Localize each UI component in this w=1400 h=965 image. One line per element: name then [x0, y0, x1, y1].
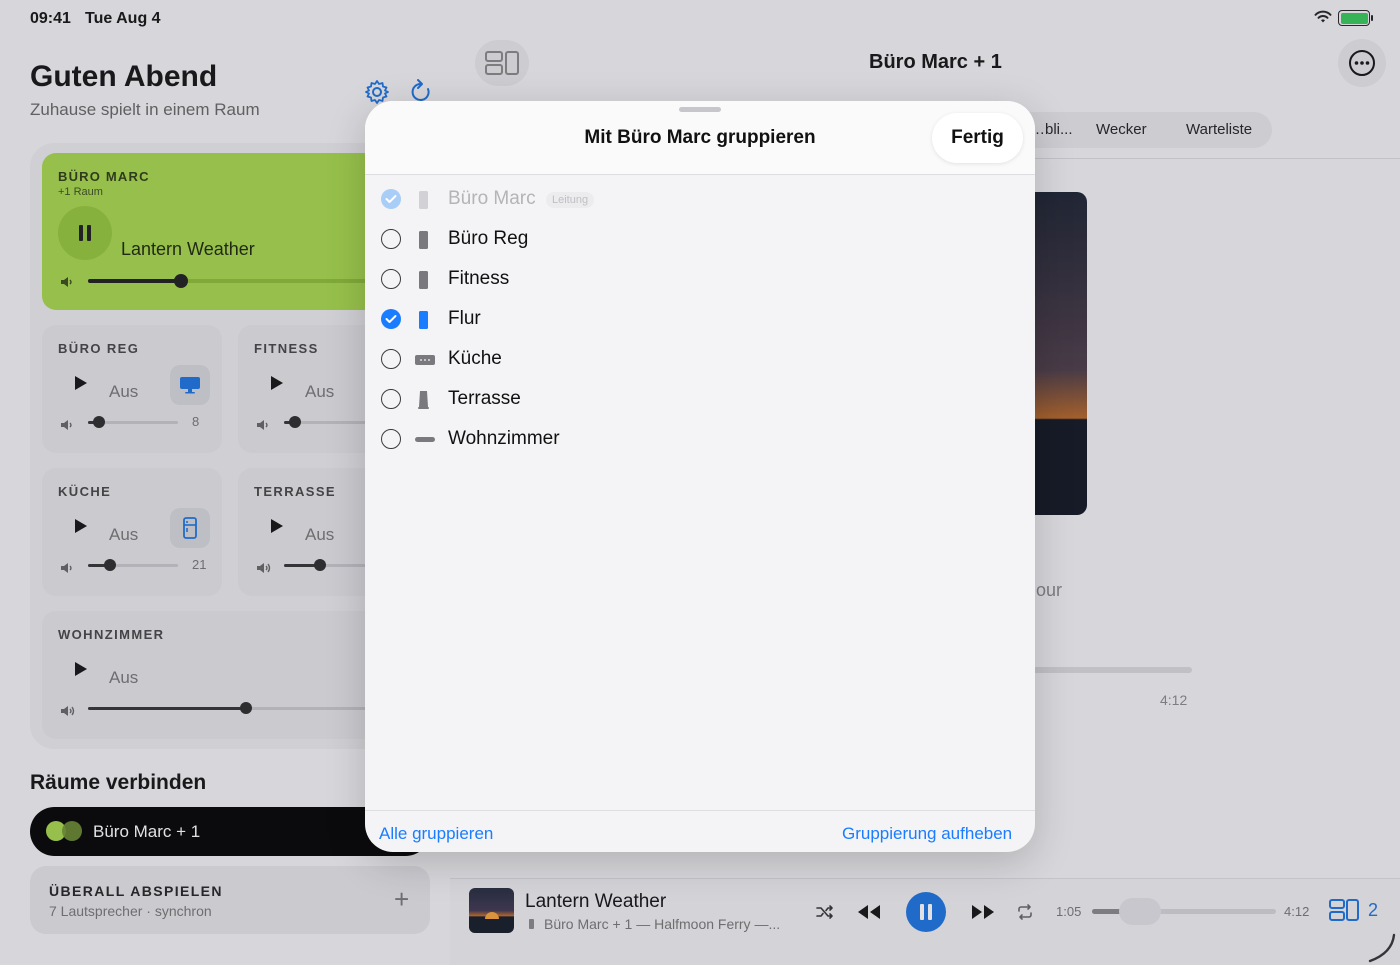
checkbox-unchecked[interactable]: [381, 229, 401, 249]
speaker-icon: [414, 191, 434, 214]
checkbox-unchecked[interactable]: [381, 429, 401, 449]
room-label: Terrasse: [448, 388, 521, 409]
group-row-wohnzimmer[interactable]: Wohnzimmer: [365, 420, 1035, 460]
checkbox-checked[interactable]: [381, 309, 401, 329]
room-label: Büro Marc: [448, 188, 536, 209]
group-row-buero-marc: Büro Marc Leitung: [365, 180, 1035, 220]
sheet-header: Mit Büro Marc gruppieren Fertig: [365, 101, 1035, 175]
group-all-button[interactable]: Alle gruppieren: [379, 824, 493, 844]
soundbar-icon: [414, 351, 436, 374]
room-label: Fitness: [448, 268, 510, 289]
group-row-kueche[interactable]: Küche: [365, 340, 1035, 380]
sheet-footer: Alle gruppieren Gruppierung aufheben: [365, 810, 1035, 852]
speaker-icon: [414, 271, 434, 294]
room-label: Flur: [448, 308, 481, 329]
ungroup-button[interactable]: Gruppierung aufheben: [842, 824, 1012, 844]
group-row-terrasse[interactable]: Terrasse: [365, 380, 1035, 420]
room-label: Wohnzimmer: [448, 428, 560, 449]
soundbar-icon: [414, 431, 436, 454]
room-label: Büro Reg: [448, 228, 529, 249]
group-row-flur[interactable]: Flur: [365, 300, 1035, 340]
room-label: Küche: [448, 348, 502, 369]
sheet-grabber[interactable]: [679, 107, 721, 112]
speaker-icon: [414, 311, 434, 334]
checkbox-checked: [381, 189, 401, 209]
outdoor-speaker-icon: [414, 391, 434, 414]
checkbox-unchecked[interactable]: [381, 349, 401, 369]
group-sheet: Mit Büro Marc gruppieren Fertig Büro Mar…: [365, 101, 1035, 852]
speaker-icon: [414, 231, 434, 254]
checkbox-unchecked[interactable]: [381, 269, 401, 289]
checkbox-unchecked[interactable]: [381, 389, 401, 409]
group-row-fitness[interactable]: Fitness: [365, 260, 1035, 300]
group-row-buero-reg[interactable]: Büro Reg: [365, 220, 1035, 260]
leader-badge: Leitung: [546, 192, 595, 208]
done-button[interactable]: Fertig: [932, 113, 1023, 163]
